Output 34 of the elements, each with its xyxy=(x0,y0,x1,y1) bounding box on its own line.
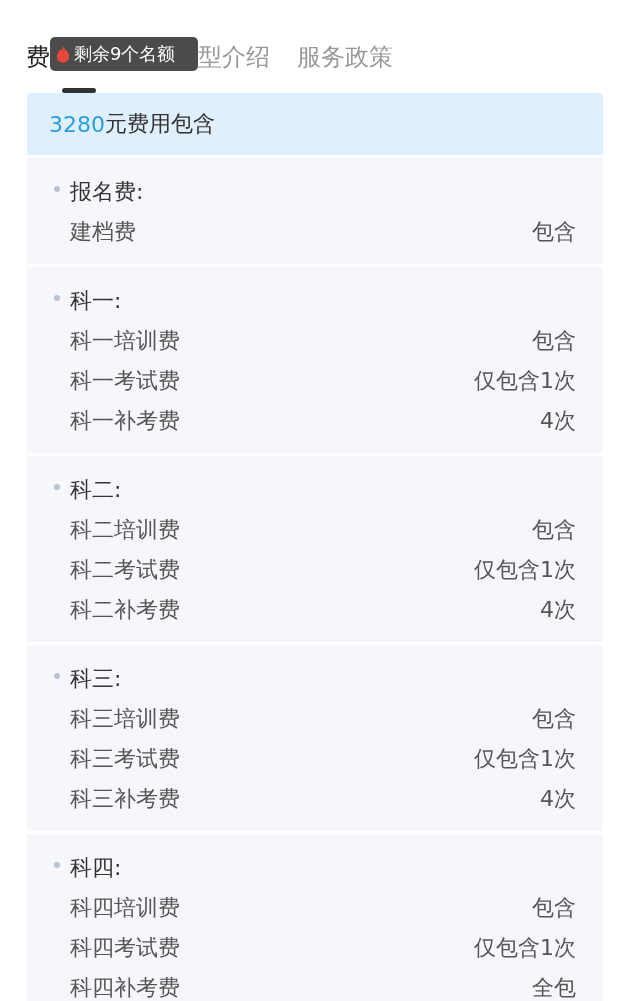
fee-name: 科二考试费 xyxy=(70,556,180,584)
section-title: 科二: xyxy=(70,476,122,504)
fee-name: 科三培训费 xyxy=(70,705,180,733)
fee-name: 科三考试费 xyxy=(70,745,180,773)
fee-name: 科四考试费 xyxy=(70,934,180,962)
section-title: 科一: xyxy=(70,287,122,315)
fee-value: 包含 xyxy=(532,894,576,922)
fee-value: 包含 xyxy=(532,218,576,246)
price-amount: 3280 xyxy=(49,111,105,137)
fee-name: 科二补考费 xyxy=(70,596,180,624)
fee-value: 全包 xyxy=(532,974,576,1001)
fee-name: 科一培训费 xyxy=(70,327,180,355)
fee-name: 科三补考费 xyxy=(70,785,180,813)
fee-name: 科一考试费 xyxy=(70,367,180,395)
fee-value: 仅包含1次 xyxy=(474,556,576,584)
fee-name: 科二培训费 xyxy=(70,516,180,544)
fee-value: 4次 xyxy=(540,785,576,813)
fee-name: 建档费 xyxy=(70,218,136,246)
tooltip-text: 剩余9个名额 xyxy=(74,42,176,66)
fee-value: 包含 xyxy=(532,705,576,733)
fee-value: 包含 xyxy=(532,327,576,355)
fee-name: 科四补考费 xyxy=(70,974,180,1001)
fee-value: 仅包含1次 xyxy=(474,745,576,773)
fee-name: 科一补考费 xyxy=(70,407,180,435)
section-title: 报名费: xyxy=(70,178,144,206)
section-title: 科四: xyxy=(70,854,122,882)
fee-value: 仅包含1次 xyxy=(474,367,576,395)
fee-value: 仅包含1次 xyxy=(474,934,576,962)
fee-value: 4次 xyxy=(540,407,576,435)
fee-value: 包含 xyxy=(532,516,576,544)
section-title: 科三: xyxy=(70,665,122,693)
summary-text: 元费用包含 xyxy=(105,110,215,138)
fee-value: 4次 xyxy=(540,596,576,624)
fee-name: 科四培训费 xyxy=(70,894,180,922)
